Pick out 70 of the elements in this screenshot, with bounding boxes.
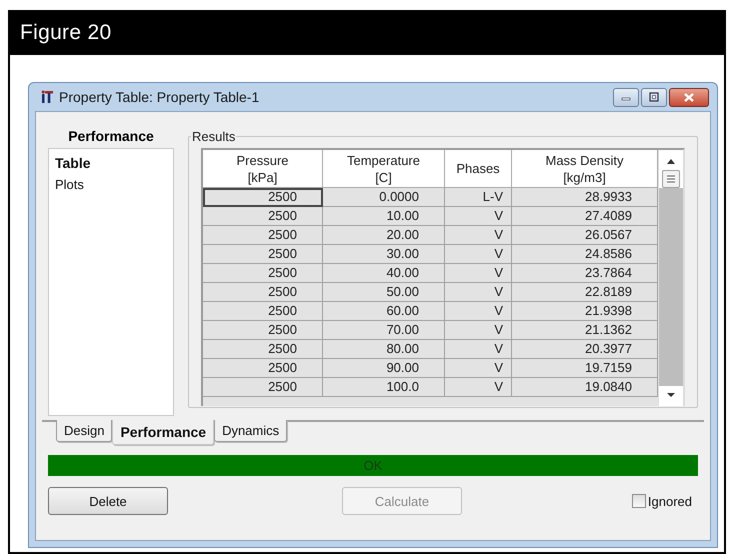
- window-title: Property Table: Property Table-1: [59, 89, 260, 105]
- checkbox-label: Ignored: [648, 494, 692, 508]
- checkbox[interactable]: [632, 494, 646, 508]
- table-cell: V: [445, 245, 512, 264]
- status-bar: OK: [48, 455, 698, 476]
- table-cell: 80.00: [323, 340, 445, 359]
- table-cell: 60.00: [323, 302, 445, 321]
- table-cell: 28.9933: [512, 188, 658, 207]
- table-cell: 2500: [203, 340, 323, 359]
- column-header: Phases: [445, 150, 512, 188]
- table-cell: L-V: [445, 188, 512, 207]
- table-cell: 21.1362: [512, 321, 658, 340]
- table-cell: V: [445, 226, 512, 245]
- table-cell: 20.00: [323, 226, 445, 245]
- table-cell: 19.0840: [512, 378, 658, 397]
- close-button[interactable]: [669, 88, 709, 106]
- column-header: Pressure [kPa]: [203, 150, 323, 188]
- table-cell: 0.0000: [323, 188, 445, 207]
- group-title: Results: [191, 129, 236, 144]
- grip-icon: [666, 174, 676, 184]
- list-item[interactable]: Table: [53, 153, 93, 175]
- figure-title: Figure 20: [20, 20, 112, 44]
- delete-button[interactable]: Delete: [48, 487, 168, 515]
- tab[interactable]: Design: [56, 420, 112, 442]
- table-cell: 70.00: [323, 321, 445, 340]
- table-cell: 50.00: [323, 283, 445, 302]
- app-icon: [41, 90, 53, 104]
- table-cell: 24.8586: [512, 245, 658, 264]
- table-cell: V: [445, 321, 512, 340]
- scrollbar[interactable]: [658, 150, 683, 406]
- list-item[interactable]: Plots: [53, 175, 86, 197]
- table-cell: 26.0567: [512, 226, 658, 245]
- table-cell: 23.7864: [512, 264, 658, 283]
- table-cell: 2500: [203, 302, 323, 321]
- table-cell: 2500: [203, 207, 323, 226]
- table-cell: 20.3977: [512, 340, 658, 359]
- table-cell: 2500: [203, 283, 323, 302]
- table-cell: V: [445, 302, 512, 321]
- table-cell: 2500: [203, 321, 323, 340]
- column-header: Mass Density [kg/m3]: [512, 150, 658, 188]
- maximize-button[interactable]: [641, 88, 667, 106]
- table-cell: 10.00: [323, 207, 445, 226]
- table-cell: 2500: [203, 245, 323, 264]
- column-header: Temperature [C]: [323, 150, 445, 188]
- table-cell: 2500: [203, 226, 323, 245]
- table-cell: 30.00: [323, 245, 445, 264]
- table-cell: 19.7159: [512, 359, 658, 378]
- minimize-button[interactable]: [613, 88, 639, 106]
- table-cell: 2500: [203, 264, 323, 283]
- table-cell: 100.0: [323, 378, 445, 397]
- table-cell: V: [445, 207, 512, 226]
- table-cell: 2500: [203, 359, 323, 378]
- close-icon: [683, 92, 695, 102]
- table-cell: V: [445, 378, 512, 397]
- maximize-icon: [649, 92, 659, 102]
- table-cell: 2500: [203, 188, 323, 207]
- table-cell: 27.4089: [512, 207, 658, 226]
- table-cell: V: [445, 359, 512, 378]
- table-cell: 90.00: [323, 359, 445, 378]
- panel-heading: Performance: [68, 127, 154, 146]
- table-cell: 2500: [203, 378, 323, 397]
- table-cell: V: [445, 264, 512, 283]
- tab[interactable]: Performance: [112, 420, 214, 445]
- table-cell: V: [445, 340, 512, 359]
- tab[interactable]: Dynamics: [214, 420, 288, 442]
- table-cell: 21.9398: [512, 302, 658, 321]
- table-cell: 22.8189: [512, 283, 658, 302]
- table-cell: V: [445, 283, 512, 302]
- scroll-thumb[interactable]: [662, 170, 680, 188]
- table-cell: 40.00: [323, 264, 445, 283]
